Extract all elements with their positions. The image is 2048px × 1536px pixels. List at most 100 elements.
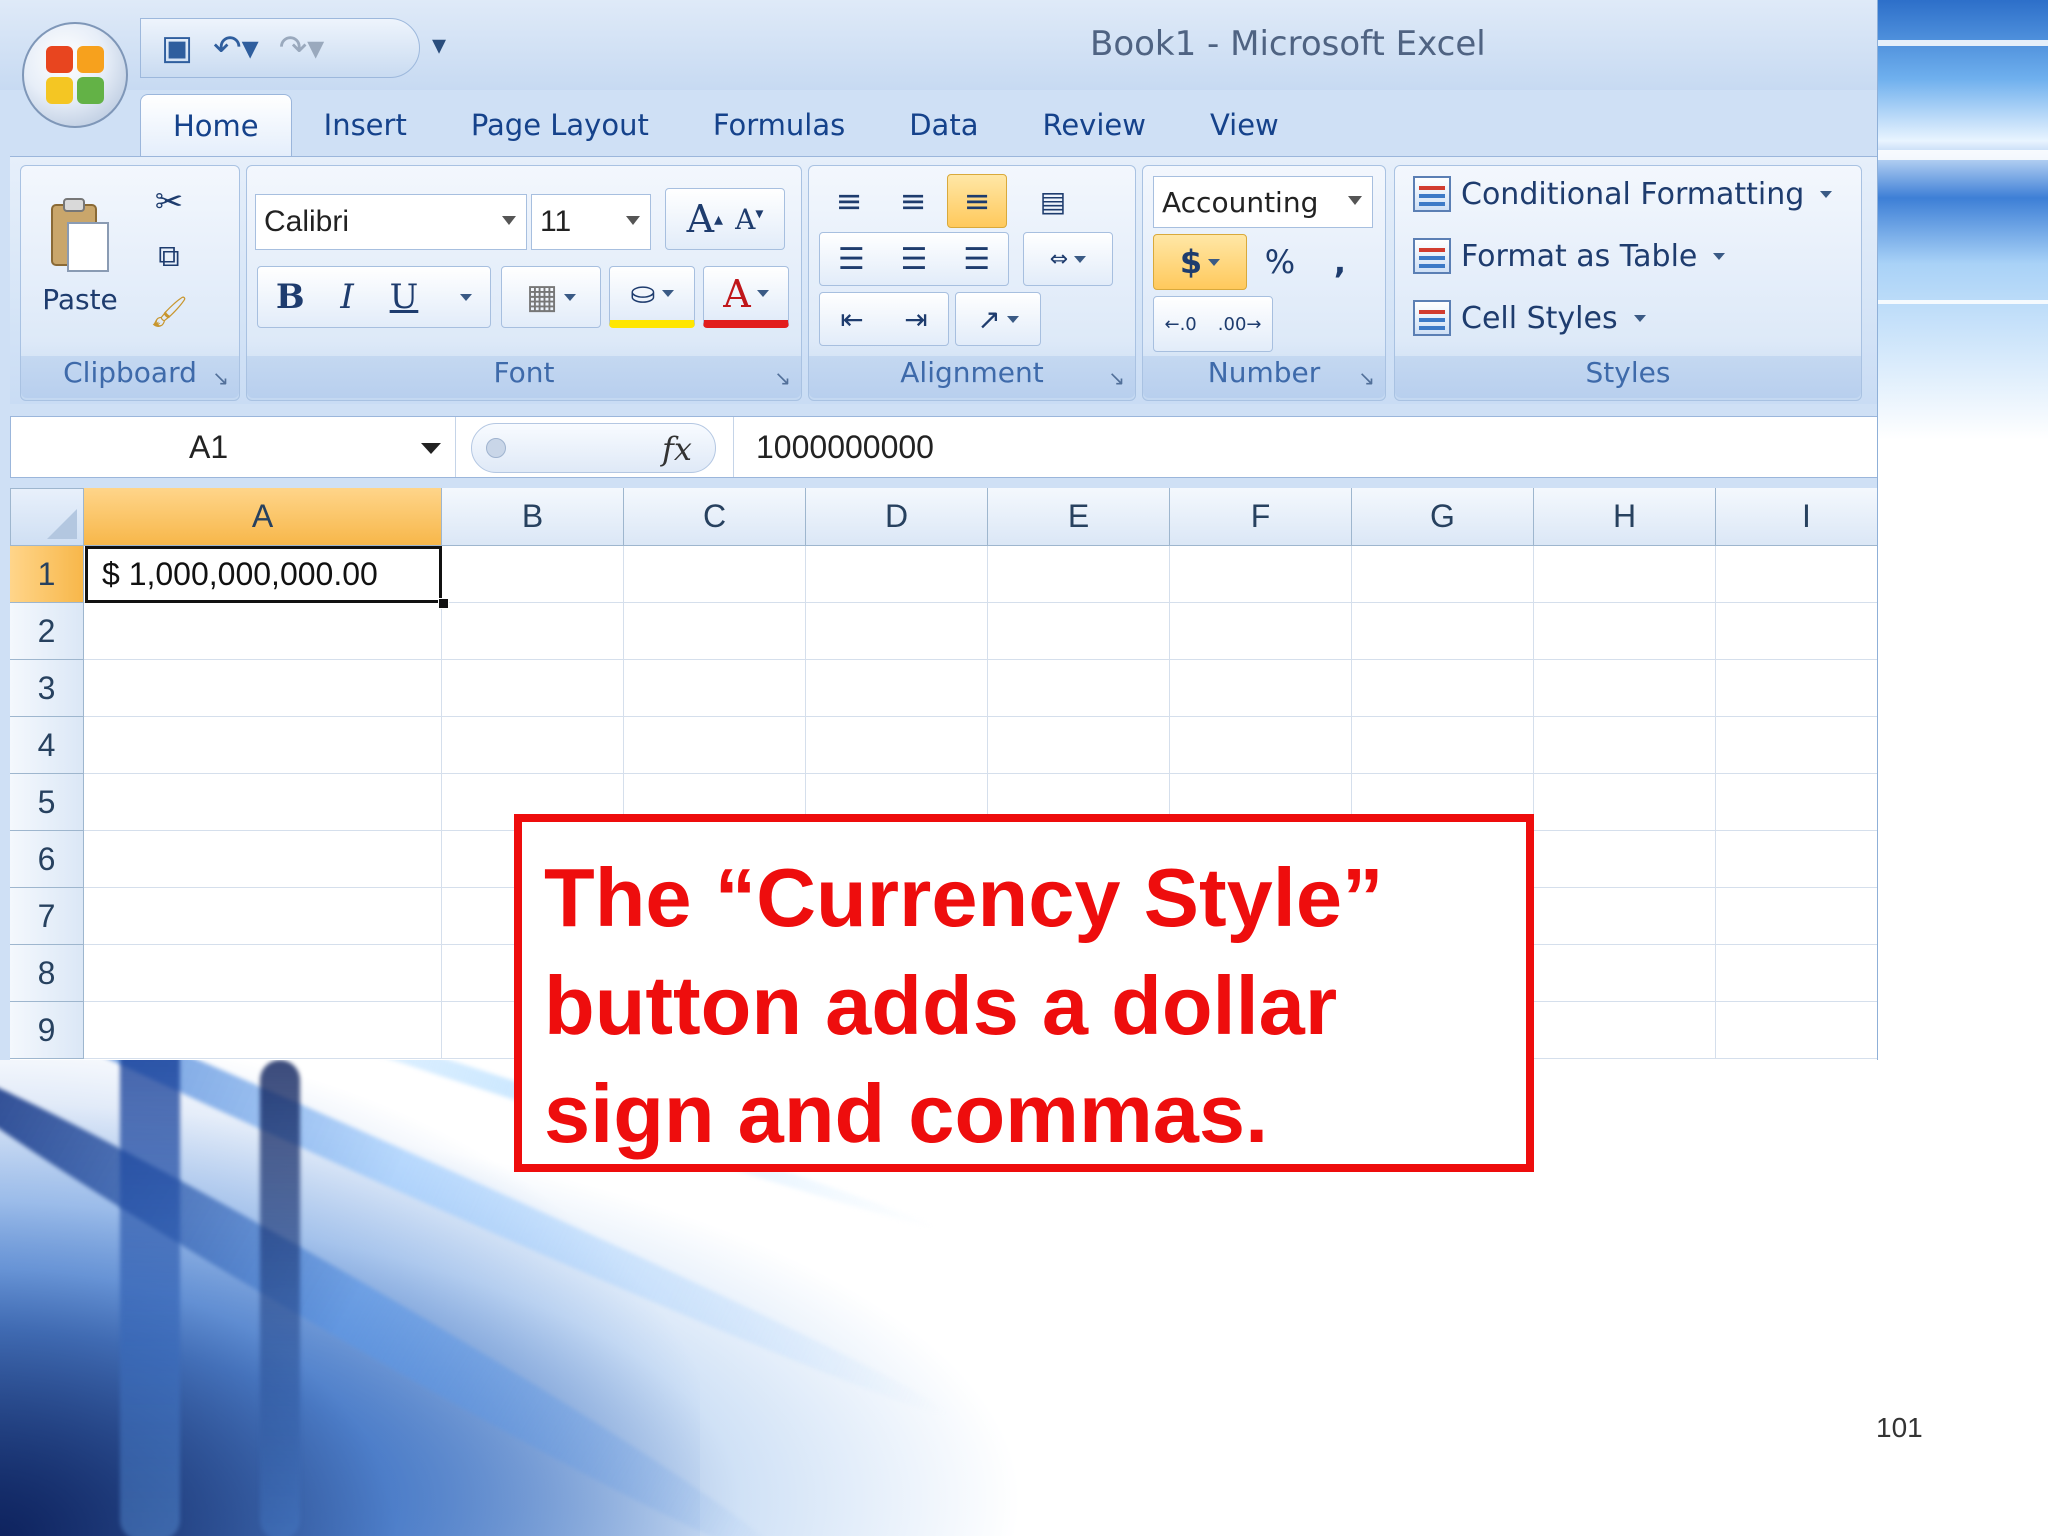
cell-c4[interactable] <box>624 717 806 774</box>
cell-i2[interactable] <box>1716 603 1877 660</box>
font-color-button[interactable]: A <box>703 266 789 328</box>
insert-function-icon[interactable]: fx <box>662 430 692 468</box>
active-cell-a1[interactable]: $ 1,000,000,000.00 <box>85 546 442 603</box>
tab-insert[interactable]: Insert <box>292 94 439 156</box>
cell-d3[interactable] <box>806 660 988 717</box>
fill-color-button[interactable]: ⛀ <box>609 266 695 328</box>
cell-d4[interactable] <box>806 717 988 774</box>
alignment-launcher-icon[interactable]: ↘ <box>1108 366 1125 390</box>
row-header-7[interactable]: 7 <box>10 888 84 945</box>
tab-view[interactable]: View <box>1178 94 1311 156</box>
cell-e4[interactable] <box>988 717 1170 774</box>
cell-i3[interactable] <box>1716 660 1877 717</box>
cell-a3[interactable] <box>84 660 442 717</box>
cell-a2[interactable] <box>84 603 442 660</box>
number-launcher-icon[interactable]: ↘ <box>1358 366 1375 390</box>
cell-g1[interactable] <box>1352 546 1534 603</box>
align-bottom-icon[interactable]: ≡ <box>947 174 1007 228</box>
cell-e1[interactable] <box>988 546 1170 603</box>
cell-i4[interactable] <box>1716 717 1877 774</box>
borders-button[interactable]: ▦ <box>501 266 601 328</box>
cell-f3[interactable] <box>1170 660 1352 717</box>
grow-shrink-font-buttons[interactable]: A ▴ A▾ <box>665 188 785 250</box>
tab-page-layout[interactable]: Page Layout <box>439 94 681 156</box>
column-header-e[interactable]: E <box>988 488 1170 546</box>
comma-style-button[interactable]: , <box>1311 234 1369 290</box>
cell-i5[interactable] <box>1716 774 1877 831</box>
formula-input[interactable]: 1000000000 <box>733 417 934 477</box>
row-header-1[interactable]: 1 <box>10 546 84 603</box>
cell-b1[interactable] <box>442 546 624 603</box>
bold-icon[interactable]: B <box>276 277 305 317</box>
row-header-9[interactable]: 9 <box>10 1002 84 1059</box>
customize-toolbar-icon[interactable]: ▾ <box>432 28 446 61</box>
cell-e2[interactable] <box>988 603 1170 660</box>
cell-h6[interactable] <box>1534 831 1716 888</box>
copy-icon[interactable]: ⧉ <box>139 232 199 280</box>
chevron-down-icon[interactable] <box>421 443 441 454</box>
cell-h2[interactable] <box>1534 603 1716 660</box>
align-top-icon[interactable]: ≡ <box>819 174 879 228</box>
cell-b2[interactable] <box>442 603 624 660</box>
percent-style-button[interactable]: % <box>1251 234 1309 290</box>
cell-i8[interactable] <box>1716 945 1877 1002</box>
select-all-button[interactable] <box>10 488 84 546</box>
column-header-h[interactable]: H <box>1534 488 1716 546</box>
font-name-combo[interactable]: Calibri <box>255 194 527 250</box>
row-header-6[interactable]: 6 <box>10 831 84 888</box>
cell-h4[interactable] <box>1534 717 1716 774</box>
cell-a8[interactable] <box>84 945 442 1002</box>
office-button[interactable] <box>22 22 128 128</box>
tab-data[interactable]: Data <box>877 94 1010 156</box>
cell-h9[interactable] <box>1534 1002 1716 1059</box>
align-right-icon[interactable]: ☰ <box>963 242 990 277</box>
cell-c1[interactable] <box>624 546 806 603</box>
cell-h3[interactable] <box>1534 660 1716 717</box>
cell-c2[interactable] <box>624 603 806 660</box>
column-header-g[interactable]: G <box>1352 488 1534 546</box>
cell-a9[interactable] <box>84 1002 442 1059</box>
wrap-text-icon[interactable]: ▤ <box>1023 174 1083 228</box>
cell-g3[interactable] <box>1352 660 1534 717</box>
decrease-decimal-icon[interactable]: .00→ <box>1218 314 1262 335</box>
column-header-f[interactable]: F <box>1170 488 1352 546</box>
fill-handle[interactable] <box>438 598 449 609</box>
cell-i7[interactable] <box>1716 888 1877 945</box>
align-center-icon[interactable]: ☰ <box>901 242 928 277</box>
cell-f2[interactable] <box>1170 603 1352 660</box>
column-header-c[interactable]: C <box>624 488 806 546</box>
undo-icon[interactable]: ↶▾ <box>213 28 259 68</box>
row-header-2[interactable]: 2 <box>10 603 84 660</box>
font-size-combo[interactable]: 11 <box>531 194 651 250</box>
increase-decimal-icon[interactable]: ←.0 <box>1165 314 1197 335</box>
italic-icon[interactable]: I <box>340 277 353 317</box>
paste-button[interactable]: Paste <box>35 176 125 336</box>
cell-f4[interactable] <box>1170 717 1352 774</box>
cell-g4[interactable] <box>1352 717 1534 774</box>
cell-h5[interactable] <box>1534 774 1716 831</box>
resize-handle-icon[interactable] <box>486 438 506 458</box>
clipboard-launcher-icon[interactable]: ↘ <box>212 366 229 390</box>
cut-icon[interactable]: ✂ <box>139 178 199 226</box>
cell-d2[interactable] <box>806 603 988 660</box>
conditional-formatting-button[interactable]: Conditional Formatting <box>1413 176 1833 212</box>
tab-review[interactable]: Review <box>1010 94 1177 156</box>
cell-i1[interactable] <box>1716 546 1877 603</box>
cell-styles-button[interactable]: Cell Styles <box>1413 300 1646 336</box>
row-header-3[interactable]: 3 <box>10 660 84 717</box>
align-left-icon[interactable]: ☰ <box>838 242 865 277</box>
row-header-8[interactable]: 8 <box>10 945 84 1002</box>
cell-c3[interactable] <box>624 660 806 717</box>
save-icon[interactable]: ▣ <box>161 28 193 68</box>
number-format-combo[interactable]: Accounting <box>1153 176 1373 228</box>
cell-i6[interactable] <box>1716 831 1877 888</box>
redo-icon[interactable]: ↷▾ <box>279 28 325 68</box>
cell-h8[interactable] <box>1534 945 1716 1002</box>
row-header-5[interactable]: 5 <box>10 774 84 831</box>
cell-g2[interactable] <box>1352 603 1534 660</box>
orientation-button[interactable]: ↗ <box>955 292 1041 346</box>
row-header-4[interactable]: 4 <box>10 717 84 774</box>
cell-h7[interactable] <box>1534 888 1716 945</box>
cell-a6[interactable] <box>84 831 442 888</box>
column-header-d[interactable]: D <box>806 488 988 546</box>
